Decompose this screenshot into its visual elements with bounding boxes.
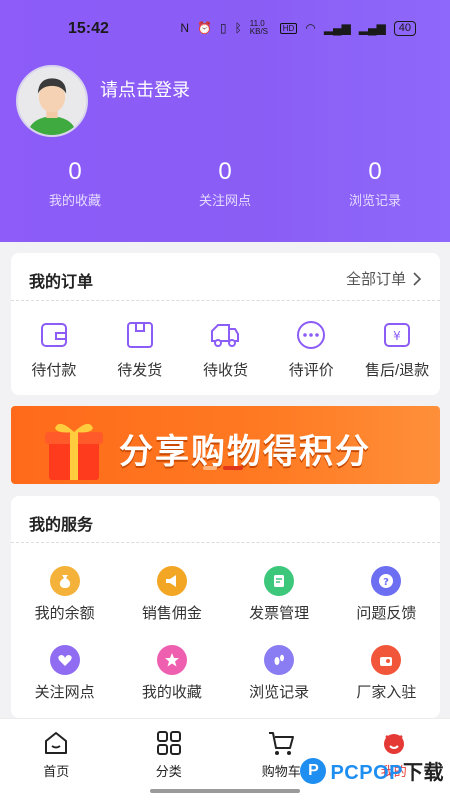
divider (11, 300, 440, 301)
signal-icon-2: ▂▄▆ (358, 21, 386, 35)
invoice-icon (264, 566, 295, 596)
order-label: 售后/退款 (365, 362, 430, 379)
watermark-text: PCPOP下载 (330, 756, 444, 785)
status-bar: 15:42 N ⏰ ▯ ᛒ 11.0 KB/S HD ◠ ▂▄▆ ▂▄▆ 40 (0, 16, 450, 44)
service-label: 厂家入驻 (356, 684, 417, 701)
stat-label: 关注网点 (198, 193, 251, 208)
service-followed-outlets[interactable]: 关注网点 (11, 645, 118, 702)
service-label: 问题反馈 (356, 605, 417, 622)
home-indicator (150, 789, 300, 793)
svg-text:¥: ¥ (393, 329, 401, 343)
status-icons: N ⏰ ▯ ᛒ 11.0 KB/S HD ◠ ▂▄▆ ▂▄▆ 40 (180, 20, 416, 36)
nfc-icon: N (180, 21, 189, 35)
service-feedback[interactable]: ? 问题反馈 (333, 566, 440, 623)
question-icon: ? (371, 566, 402, 596)
comment-icon (297, 321, 326, 349)
status-time: 15:42 (68, 20, 109, 37)
order-after-sales[interactable]: ¥ 售后/退款 (354, 319, 440, 380)
signal-icon: ▂▄▆ (323, 21, 351, 35)
stats-row: 0 我的收藏 0 关注网点 0 浏览记录 (0, 158, 450, 209)
profile-header: 15:42 N ⏰ ▯ ᛒ 11.0 KB/S HD ◠ ▂▄▆ ▂▄▆ 40 … (0, 0, 450, 242)
service-label: 发票管理 (249, 605, 310, 622)
stat-favorites[interactable]: 0 我的收藏 (0, 158, 150, 209)
service-label: 销售佣金 (141, 605, 202, 622)
stat-count: 0 (368, 158, 382, 185)
avatar-icon (18, 67, 86, 135)
profile-icon (383, 734, 404, 754)
wifi-icon: ◠ (305, 21, 316, 35)
order-label: 待评价 (288, 362, 334, 379)
order-pending-review[interactable]: 待评价 (268, 319, 354, 380)
order-label: 待收货 (202, 362, 248, 379)
home-icon (45, 732, 68, 754)
divider (11, 542, 440, 543)
service-manufacturer-join[interactable]: 厂家入驻 (333, 645, 440, 702)
pcpop-logo-icon: P (300, 757, 327, 784)
money-bag-icon (49, 566, 80, 596)
service-label: 关注网点 (34, 684, 95, 701)
stat-label: 我的收藏 (48, 193, 101, 208)
star-icon (156, 645, 187, 675)
service-commission[interactable]: 销售佣金 (118, 566, 225, 623)
tab-category[interactable]: 分类 (113, 719, 226, 800)
tab-label: 分类 (155, 764, 182, 779)
svg-text:?: ? (383, 577, 389, 588)
heart-icon (49, 645, 80, 675)
chevron-right-icon (413, 271, 422, 286)
megaphone-icon (156, 566, 187, 596)
tab-label: 首页 (43, 764, 70, 779)
wallet-icon (40, 323, 67, 347)
stat-history[interactable]: 0 浏览记录 (300, 158, 450, 209)
battery-icon: 40 (393, 20, 416, 36)
stat-count: 0 (68, 158, 82, 185)
bluetooth-icon: ᛒ (234, 21, 242, 35)
service-balance[interactable]: 我的余额 (11, 566, 118, 623)
all-orders-label: 全部订单 (345, 271, 406, 288)
stat-label: 浏览记录 (348, 193, 401, 208)
footprint-icon (264, 645, 295, 675)
vibrate-icon: ▯ (219, 21, 227, 35)
watermark-suffix: 下载 (403, 762, 444, 784)
service-history[interactable]: 浏览记录 (226, 645, 333, 702)
factory-icon (371, 645, 402, 675)
orders-card: 我的订单 全部订单 待付款 待发货 待收货 待评价 ¥ 售后/退款 (11, 253, 440, 395)
truck-icon (211, 324, 240, 347)
services-title: 我的服务 (29, 517, 94, 534)
all-orders-link[interactable]: 全部订单 (346, 268, 422, 289)
refund-icon: ¥ (384, 323, 411, 347)
order-pending-receipt[interactable]: 待收货 (183, 319, 269, 380)
service-label: 我的余额 (34, 605, 95, 622)
order-label: 待付款 (31, 362, 77, 379)
orders-title: 我的订单 (29, 274, 94, 291)
stat-count: 0 (218, 158, 232, 185)
order-status-row: 待付款 待发货 待收货 待评价 ¥ 售后/退款 (11, 319, 440, 380)
service-favorites[interactable]: 我的收藏 (118, 645, 225, 702)
order-pending-payment[interactable]: 待付款 (11, 319, 97, 380)
banner-text: 分享购物得积分 (119, 433, 371, 471)
carousel-indicator (203, 466, 243, 470)
hd-icon: HD (279, 22, 298, 34)
login-prompt[interactable]: 请点击登录 (100, 76, 190, 102)
services-grid: 我的余额 销售佣金 发票管理 ? 问题反馈 关注网点 我的收藏 浏览记录 厂家入… (11, 566, 440, 702)
carousel-dot-active (223, 466, 243, 470)
cart-icon (269, 732, 295, 755)
alarm-icon: ⏰ (197, 21, 212, 35)
services-card: 我的服务 我的余额 销售佣金 发票管理 ? 问题反馈 关注网点 我的收藏 浏览记… (11, 496, 440, 718)
box-icon (126, 322, 153, 348)
pcpop-watermark: P PCPOP下载 (300, 756, 444, 785)
stat-followed-outlets[interactable]: 0 关注网点 (150, 158, 300, 209)
network-speed: 11.0 KB/S (249, 19, 268, 36)
avatar[interactable] (16, 65, 88, 137)
service-label: 我的收藏 (141, 684, 202, 701)
tab-home[interactable]: 首页 (0, 719, 113, 800)
watermark-brand: PCPOP (330, 762, 403, 784)
carousel-dot (203, 466, 217, 470)
gift-box-icon (45, 423, 103, 480)
service-invoice[interactable]: 发票管理 (226, 566, 333, 623)
order-pending-shipment[interactable]: 待发货 (97, 319, 183, 380)
grid-icon (156, 731, 181, 755)
service-label: 浏览记录 (249, 684, 310, 701)
order-label: 待发货 (117, 362, 163, 379)
promo-banner[interactable]: 分享购物得积分 (11, 406, 440, 484)
